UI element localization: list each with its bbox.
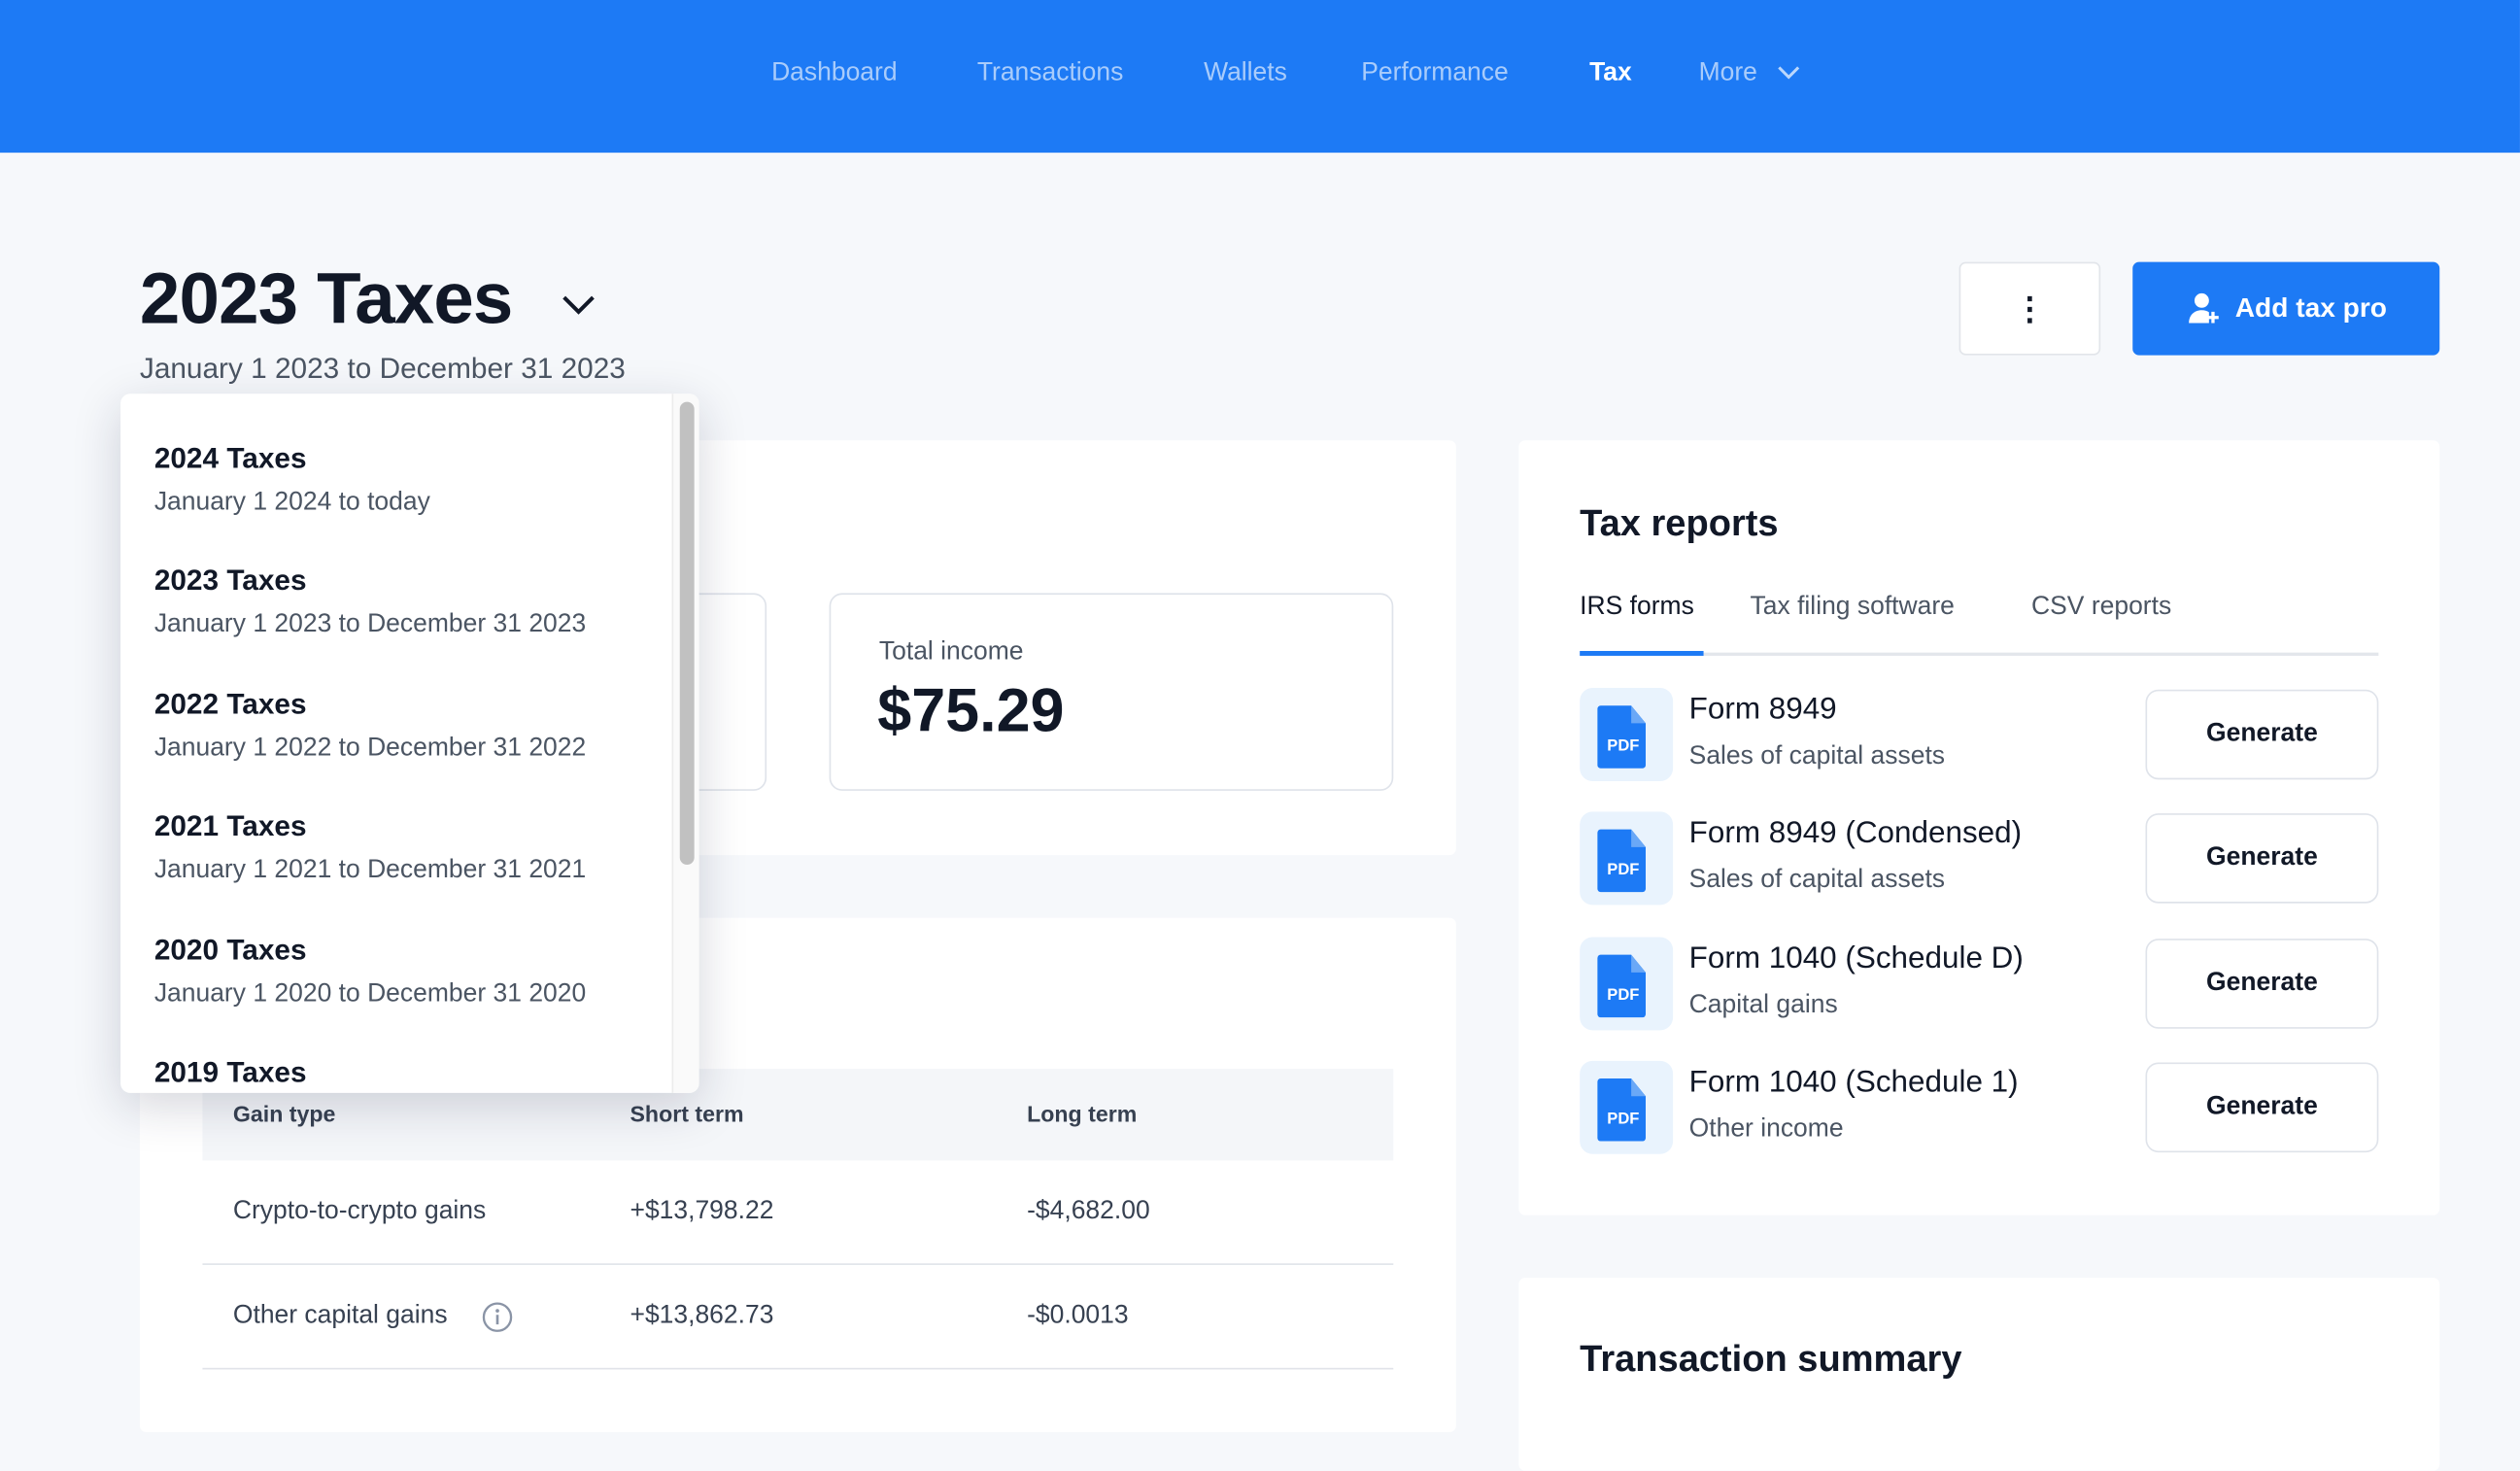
tab-csv-reports[interactable]: CSV reports — [2031, 593, 2171, 622]
generate-button[interactable]: Generate — [2145, 813, 2379, 904]
nav-tax[interactable]: Tax — [1589, 59, 1632, 88]
dropdown-item-2019[interactable]: 2019 Taxes — [154, 1056, 307, 1090]
page-title[interactable]: 2023 Taxes — [140, 257, 596, 341]
dropdown-item-2024[interactable]: 2024 Taxes January 1 2024 to today — [154, 442, 430, 518]
report-row-form-8949: PDF Form 8949 Sales of capital assets Ge… — [1580, 688, 2379, 781]
long-term-value: -$0.0013 — [1027, 1301, 1129, 1330]
report-name: Form 1040 (Schedule 1) — [1688, 1065, 2019, 1100]
report-description: Sales of capital assets — [1688, 742, 1946, 770]
nav-dashboard[interactable]: Dashboard — [771, 59, 898, 88]
svg-text:PDF: PDF — [1607, 860, 1639, 878]
total-income-value: $75.29 — [877, 678, 1065, 746]
pdf-file-icon: PDF — [1580, 1060, 1674, 1154]
pdf-file-icon: PDF — [1580, 688, 1674, 781]
total-income-box: Total income $75.29 — [829, 593, 1394, 791]
table-row: Other capital gains +$13,862.73 -$0.0013 — [202, 1265, 1394, 1370]
page-title-text: 2023 Taxes — [139, 257, 513, 340]
total-income-label: Total income — [878, 637, 1024, 666]
column-gain-type: Gain type — [232, 1101, 336, 1127]
column-short-term: Short term — [630, 1101, 744, 1127]
dropdown-item-2022[interactable]: 2022 Taxes January 1 2022 to December 31 … — [154, 688, 586, 764]
add-tax-pro-label: Add tax pro — [2234, 292, 2387, 324]
pdf-file-icon: PDF — [1580, 811, 1674, 906]
report-description: Other income — [1688, 1115, 1844, 1144]
generate-button[interactable]: Generate — [2145, 689, 2379, 780]
pdf-file-icon: PDF — [1580, 937, 1674, 1031]
svg-text:PDF: PDF — [1607, 1109, 1639, 1127]
dropdown-item-2020[interactable]: 2020 Taxes January 1 2020 to December 31 … — [154, 934, 586, 1009]
svg-text:PDF: PDF — [1607, 985, 1639, 1004]
report-row-form-8949-condensed: PDF Form 8949 (Condensed) Sales of capit… — [1580, 811, 2379, 906]
tax-reports-title: Tax reports — [1580, 501, 1779, 544]
page-subtitle: January 1 2023 to December 31 2023 — [139, 352, 626, 385]
long-term-value: -$4,682.00 — [1027, 1197, 1150, 1225]
add-tax-pro-button[interactable]: Add tax pro — [2132, 261, 2440, 356]
nav-wallets[interactable]: Wallets — [1204, 59, 1287, 88]
item-title: 2019 Taxes — [153, 1055, 307, 1088]
item-range: January 1 2020 to December 31 2020 — [153, 980, 587, 1009]
nav-transactions[interactable]: Transactions — [977, 59, 1124, 88]
gain-type: Crypto-to-crypto gains — [232, 1197, 487, 1225]
transaction-summary-title: Transaction summary — [1580, 1337, 1962, 1380]
item-range: January 1 2024 to today — [153, 488, 430, 517]
item-range: January 1 2021 to December 31 2021 — [153, 856, 587, 884]
report-row-schedule-d: PDF Form 1040 (Schedule D) Capital gains… — [1580, 937, 2379, 1031]
report-description: Capital gains — [1688, 991, 1838, 1019]
chevron-down-icon — [1778, 66, 1800, 80]
report-name: Form 8949 (Condensed) — [1688, 816, 2023, 851]
report-name: Form 1040 (Schedule D) — [1688, 941, 2024, 976]
info-icon[interactable] — [482, 1302, 513, 1332]
item-title: 2023 Taxes — [153, 564, 307, 597]
vertical-ellipsis-icon: ⋮ — [2013, 291, 2046, 327]
generate-button[interactable]: Generate — [2145, 939, 2379, 1029]
dropdown-item-2023[interactable]: 2023 Taxes January 1 2023 to December 31 … — [154, 564, 586, 640]
item-title: 2021 Taxes — [153, 809, 307, 842]
active-tab-indicator — [1580, 650, 1704, 656]
svg-text:PDF: PDF — [1607, 736, 1639, 755]
report-description: Sales of capital assets — [1688, 866, 1946, 894]
chevron-down-icon[interactable] — [561, 292, 596, 315]
tab-irs-forms[interactable]: IRS forms — [1580, 593, 1694, 622]
generate-button[interactable]: Generate — [2145, 1062, 2379, 1153]
column-long-term: Long term — [1027, 1101, 1138, 1127]
item-range: January 1 2022 to December 31 2022 — [153, 735, 587, 763]
top-navigation-bar: Dashboard Transactions Wallets Performan… — [0, 0, 2520, 154]
dropdown-scrollbar-thumb[interactable] — [679, 401, 695, 866]
year-dropdown-menu: 2024 Taxes January 1 2024 to today 2023 T… — [120, 393, 699, 1093]
table-row: Crypto-to-crypto gains +$13,798.22 -$4,6… — [202, 1160, 1394, 1265]
short-term-value: +$13,798.22 — [630, 1197, 774, 1225]
dropdown-item-2021[interactable]: 2021 Taxes January 1 2021 to December 31 … — [154, 810, 586, 886]
nav-more-label: More — [1698, 59, 1757, 87]
item-title: 2020 Taxes — [153, 934, 307, 967]
nav-more[interactable]: More — [1699, 59, 1800, 88]
nav-performance[interactable]: Performance — [1361, 59, 1509, 88]
more-options-button[interactable]: ⋮ — [1958, 261, 2101, 356]
gain-type: Other capital gains — [232, 1301, 448, 1330]
tab-tax-filing-software[interactable]: Tax filing software — [1751, 593, 1955, 622]
short-term-value: +$13,862.73 — [630, 1301, 774, 1330]
add-user-icon — [2188, 292, 2219, 324]
report-name: Form 8949 — [1688, 693, 1837, 727]
item-range: January 1 2023 to December 31 2023 — [153, 610, 587, 638]
item-title: 2022 Taxes — [153, 688, 307, 721]
report-row-schedule-1: PDF Form 1040 (Schedule 1) Other income … — [1580, 1060, 2379, 1154]
item-title: 2024 Taxes — [153, 441, 307, 475]
